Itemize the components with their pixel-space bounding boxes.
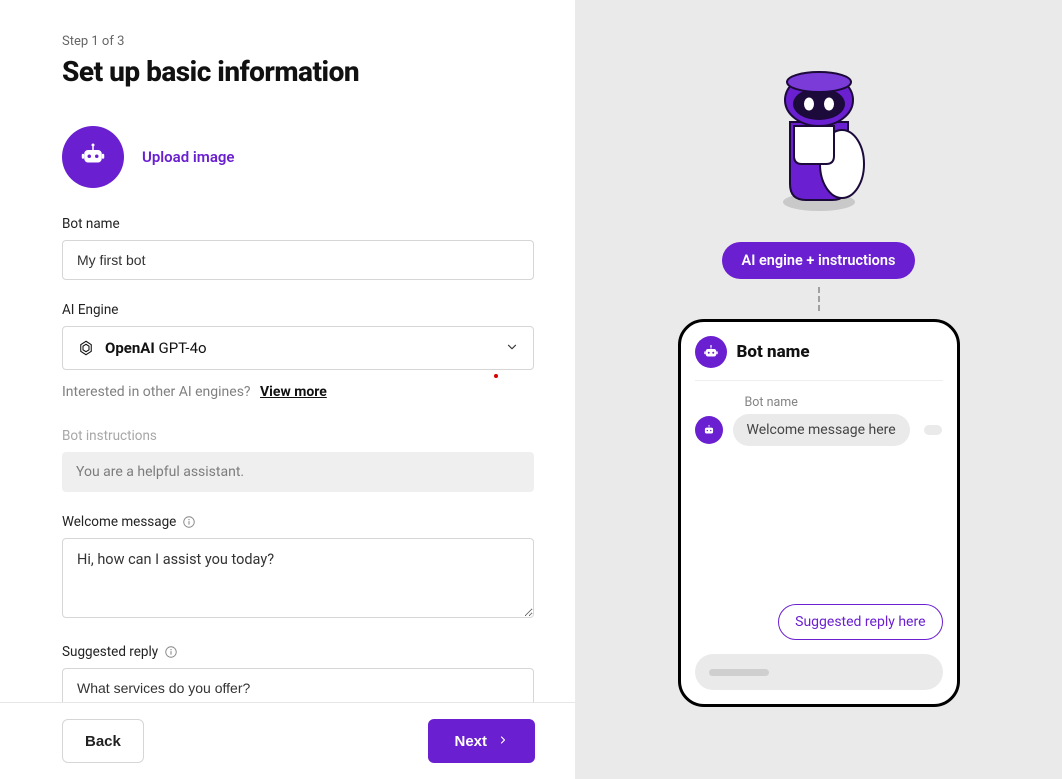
preview-sender-label: Bot name [745, 395, 943, 410]
suggested-reply-label: Suggested reply [62, 644, 534, 660]
bot-name-label: Bot name [62, 216, 534, 232]
page-title: Set up basic information [62, 55, 534, 88]
ai-engine-note: Interested in other AI engines? View mor… [62, 384, 534, 400]
chevron-right-icon [497, 733, 509, 750]
info-icon[interactable] [182, 515, 196, 529]
chevron-down-icon [505, 339, 519, 358]
indicator-dot [494, 374, 498, 378]
info-icon[interactable] [164, 645, 178, 659]
welcome-message-textarea[interactable] [62, 538, 534, 618]
preview-title: Bot name [737, 342, 810, 362]
footer-bar: Back Next [0, 702, 575, 779]
openai-icon [77, 339, 95, 357]
ai-engine-label: AI Engine [62, 302, 534, 318]
bot-instructions-value: You are a helpful assistant. [62, 452, 534, 492]
robot-icon [78, 140, 108, 174]
preview-welcome-bubble: Welcome message here [733, 414, 910, 446]
upload-row: Upload image [62, 126, 534, 188]
preview-panel: AI engine + instructions Bot name Bot na… [575, 0, 1062, 779]
connector-line [818, 287, 820, 311]
step-indicator: Step 1 of 3 [62, 34, 534, 49]
typing-indicator [924, 425, 942, 435]
ai-engine-field: AI Engine OpenAI GPT-4o [62, 302, 534, 400]
chat-preview-card: Bot name Bot name Welcome message here S… [678, 319, 960, 707]
upload-image-link[interactable]: Upload image [142, 148, 235, 166]
view-more-link[interactable]: View more [260, 384, 327, 400]
bot-avatar-placeholder[interactable] [62, 126, 124, 188]
bot-instructions-label: Bot instructions [62, 428, 534, 444]
back-button[interactable]: Back [62, 719, 144, 763]
preview-suggested-bubble: Suggested reply here [778, 604, 942, 640]
bot-instructions-field: Bot instructions You are a helpful assis… [62, 428, 534, 492]
ai-engine-value: OpenAI GPT-4o [105, 339, 207, 357]
bot-name-input[interactable] [62, 240, 534, 280]
preview-welcome-row: Welcome message here [695, 414, 943, 446]
preview-input-placeholder [695, 654, 943, 690]
ai-engine-select[interactable]: OpenAI GPT-4o [62, 326, 534, 370]
suggested-reply-field: Suggested reply [62, 644, 534, 708]
next-button[interactable]: Next [428, 719, 535, 763]
placeholder-line [709, 669, 769, 676]
welcome-message-field: Welcome message [62, 514, 534, 622]
robot-illustration [754, 52, 884, 216]
welcome-message-label: Welcome message [62, 514, 534, 530]
bot-name-field: Bot name [62, 216, 534, 280]
preview-bot-avatar [695, 336, 727, 368]
preview-msg-avatar [695, 416, 723, 444]
preview-header: Bot name [695, 336, 943, 381]
engine-pill: AI engine + instructions [722, 242, 916, 279]
